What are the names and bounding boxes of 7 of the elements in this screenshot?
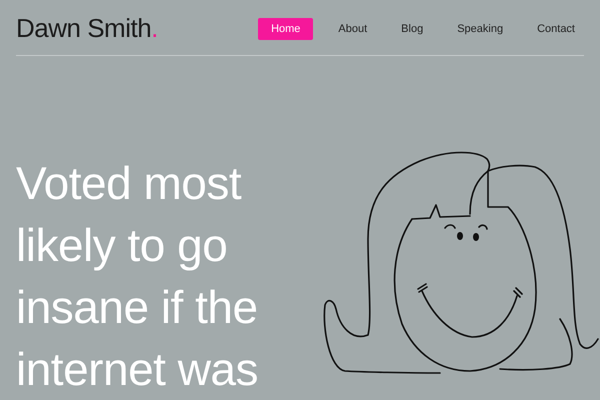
hero-headline: Voted most likely to go insane if the internet was: [16, 156, 260, 397]
nav-link[interactable]: Blog: [392, 18, 432, 39]
nav-link[interactable]: About: [329, 18, 376, 39]
nav-link[interactable]: Contact: [528, 18, 584, 39]
site-logo[interactable]: Dawn Smith.: [16, 13, 158, 44]
nav-link[interactable]: Speaking: [448, 18, 512, 39]
nav-link[interactable]: Home: [258, 18, 314, 40]
